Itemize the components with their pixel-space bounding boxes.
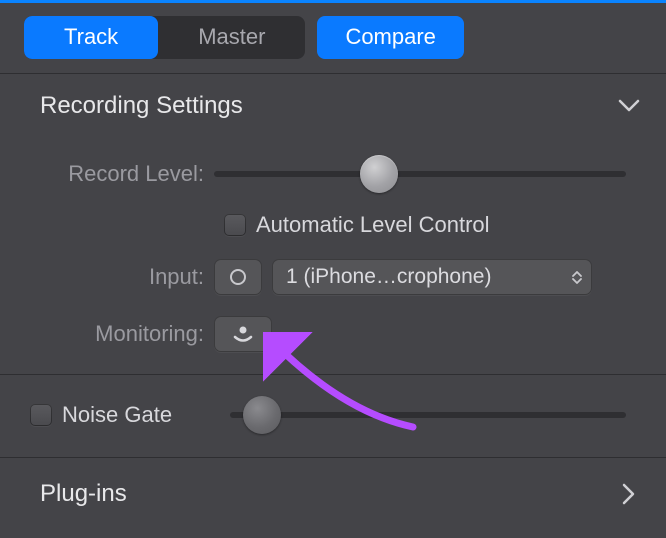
noise-gate-section: Noise Gate [0, 374, 666, 457]
noise-gate-checkbox[interactable] [30, 404, 52, 426]
plugins-header[interactable]: Plug-ins [0, 457, 666, 530]
monitoring-icon [231, 324, 255, 344]
input-label: Input: [40, 264, 214, 290]
record-level-slider[interactable] [214, 154, 626, 194]
input-select-value: 1 (iPhone…crophone) [286, 265, 491, 289]
record-level-row: Record Level: [40, 154, 626, 194]
tab-track[interactable]: Track [24, 16, 158, 59]
chevron-down-icon [618, 95, 640, 117]
noise-gate-slider[interactable] [230, 395, 626, 435]
stepper-icon [572, 271, 582, 284]
monitoring-toggle[interactable] [214, 316, 272, 352]
circle-icon [230, 269, 246, 285]
track-master-segment: Track Master [24, 16, 305, 59]
compare-button[interactable]: Compare [317, 16, 463, 59]
record-level-label: Record Level: [40, 161, 214, 187]
auto-level-label: Automatic Level Control [256, 212, 490, 238]
slider-track [230, 412, 626, 418]
auto-level-checkbox[interactable] [224, 214, 246, 236]
chevron-right-icon [618, 483, 640, 505]
noise-gate-left: Noise Gate [30, 402, 230, 428]
recording-settings-header[interactable]: Recording Settings [0, 74, 666, 134]
plugins-title: Plug-ins [40, 480, 127, 508]
slider-track [214, 171, 626, 177]
monitoring-row: Monitoring: [40, 316, 626, 352]
recording-settings-body: Record Level: Automatic Level Control In… [0, 134, 666, 374]
tab-master[interactable]: Master [158, 16, 305, 59]
toolbar: Track Master Compare [0, 3, 666, 73]
recording-settings-section: Recording Settings Record Level: Automat… [0, 73, 666, 374]
input-select[interactable]: 1 (iPhone…crophone) [272, 259, 592, 295]
input-row: Input: 1 (iPhone…crophone) [40, 259, 626, 295]
slider-thumb[interactable] [243, 396, 281, 434]
auto-level-row: Automatic Level Control [40, 212, 626, 238]
recording-settings-title: Recording Settings [40, 92, 243, 120]
slider-thumb[interactable] [360, 155, 398, 193]
noise-gate-label: Noise Gate [62, 402, 172, 428]
input-mono-button[interactable] [214, 259, 262, 295]
monitoring-label: Monitoring: [40, 321, 214, 347]
